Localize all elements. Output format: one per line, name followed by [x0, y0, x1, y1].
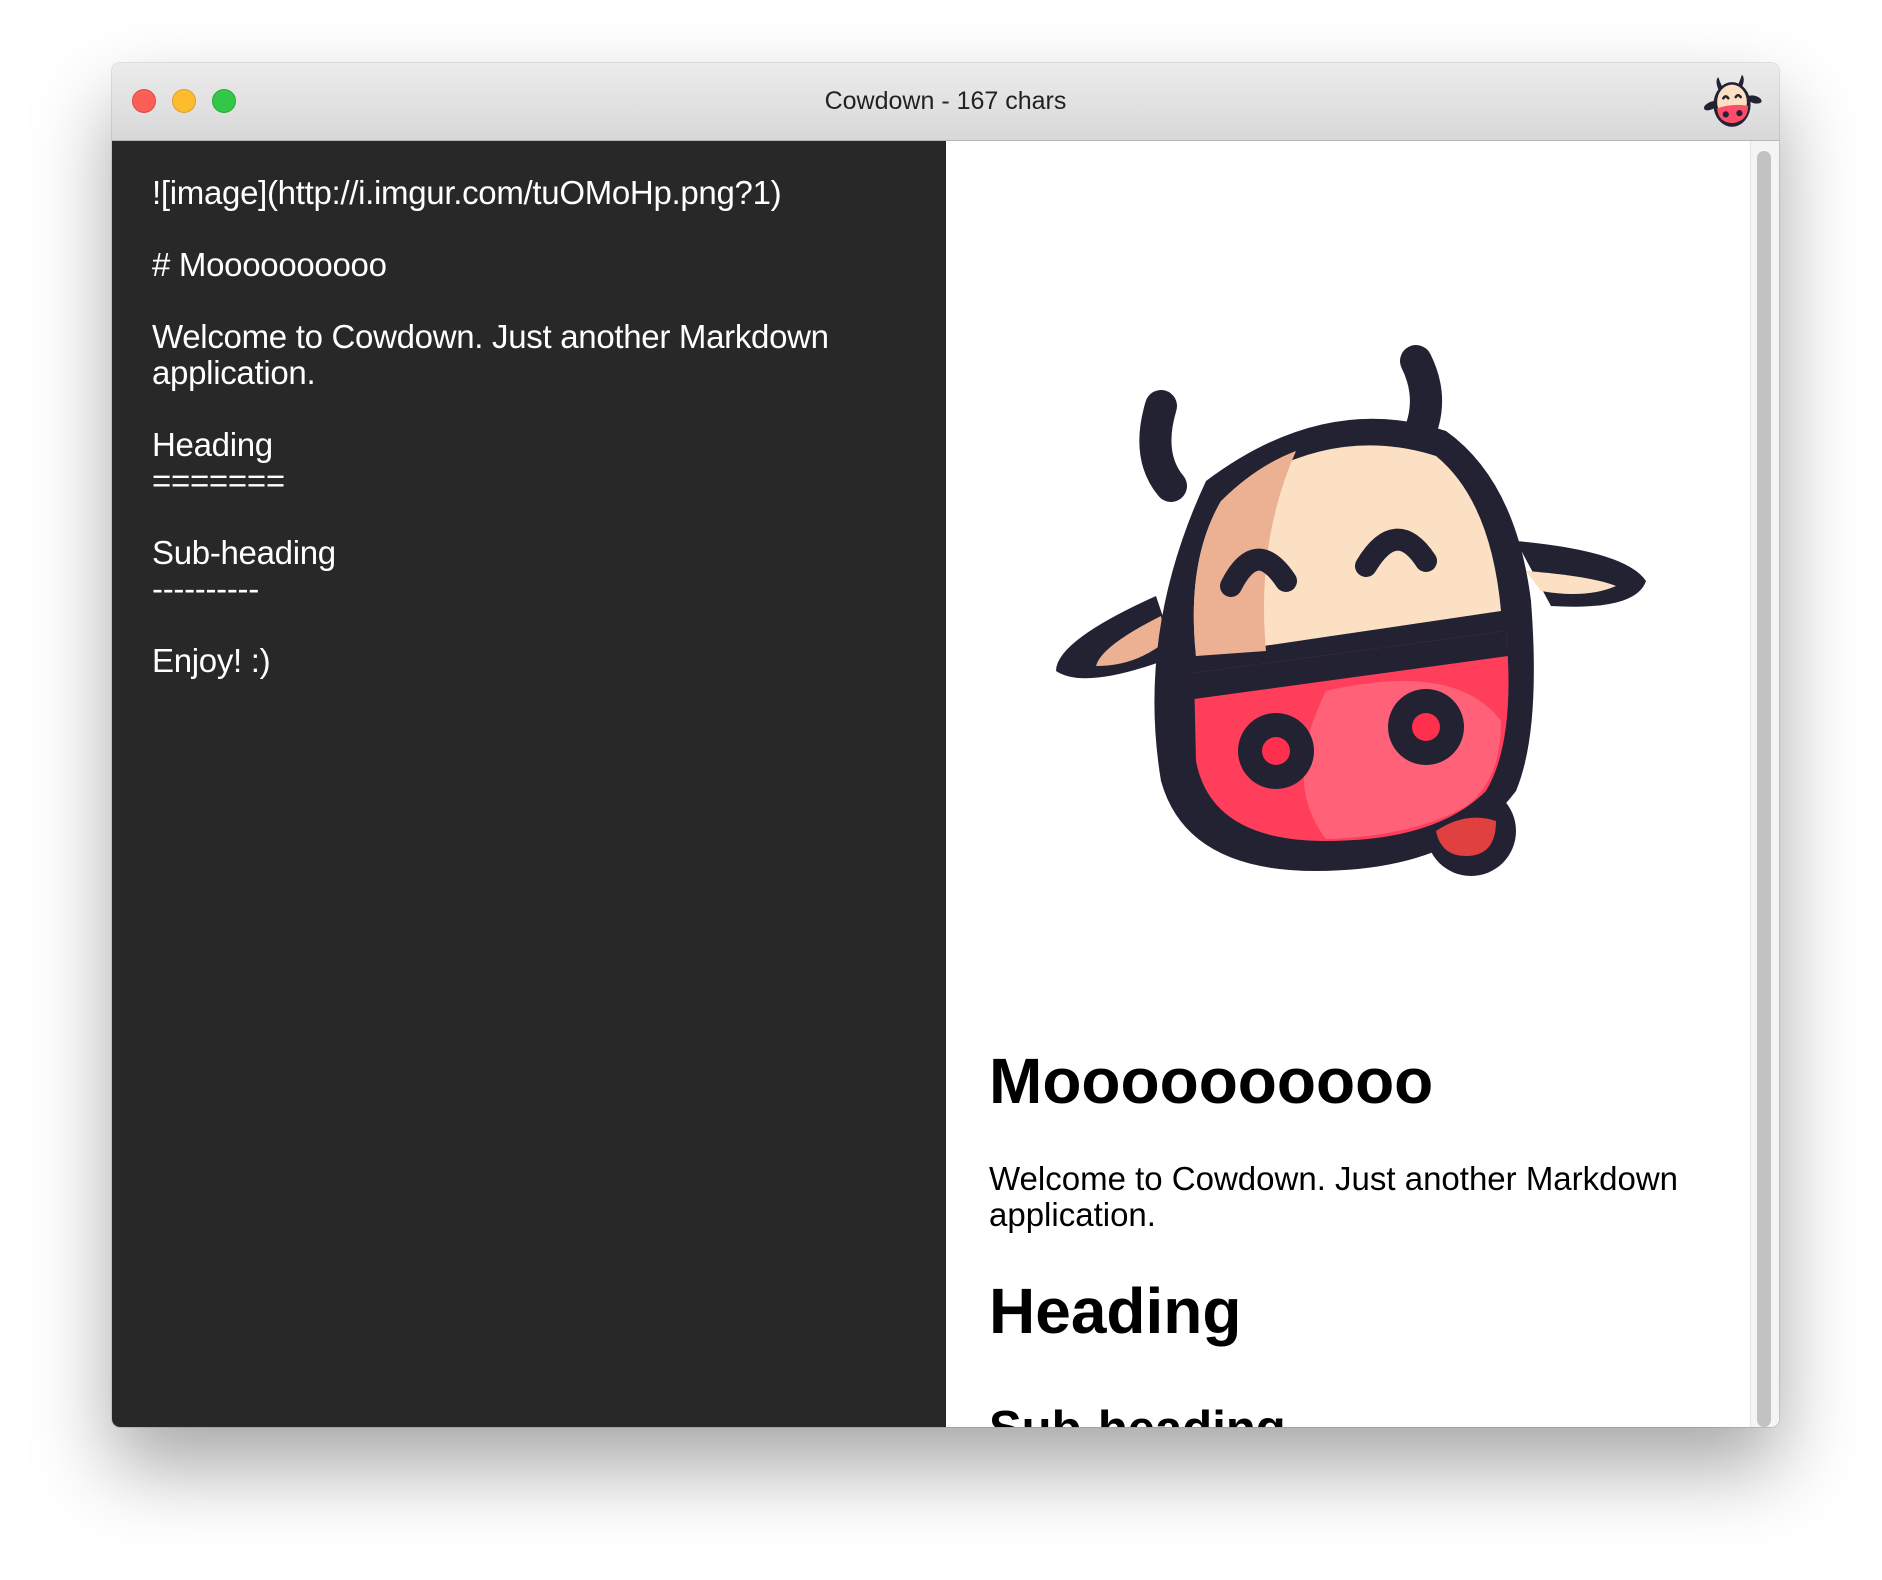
- editor-line: Sub-heading: [152, 534, 336, 571]
- preview-paragraph: Welcome to Cowdown. Just another Markdow…: [989, 1160, 1679, 1233]
- markdown-editor[interactable]: ![image](http://i.imgur.com/tuOMoHp.png?…: [112, 141, 946, 1427]
- scrollbar-track[interactable]: [1750, 141, 1779, 1427]
- preview-heading-1: Moooooooooo: [989, 1045, 1434, 1117]
- cow-icon: [1703, 74, 1762, 127]
- preview-heading-2: Heading: [989, 1275, 1242, 1347]
- markdown-preview[interactable]: Moooooooooo Welcome to Cowdown. Just ano…: [946, 141, 1779, 1427]
- editor-line: ----------: [152, 570, 259, 607]
- cow-image: [1037, 339, 1668, 893]
- editor-line: application.: [152, 354, 316, 391]
- editor-line: Heading: [152, 426, 273, 463]
- app-window: Cowdown - 167 chars ![image](http://i.im…: [112, 63, 1779, 1427]
- window-title: Cowdown - 167 chars: [824, 87, 1067, 115]
- editor-line: Enjoy! :): [152, 642, 271, 679]
- title-bar[interactable]: Cowdown - 167 chars: [112, 63, 1779, 141]
- editor-line: =======: [152, 462, 285, 499]
- editor-line: Welcome to Cowdown. Just another Markdow…: [152, 318, 829, 355]
- editor-line: ![image](http://i.imgur.com/tuOMoHp.png?…: [152, 174, 782, 211]
- scrollbar-thumb[interactable]: [1757, 151, 1771, 1427]
- editor-line: # Moooooooooo: [152, 246, 387, 283]
- preview-heading-3: Sub-heading: [989, 1401, 1286, 1427]
